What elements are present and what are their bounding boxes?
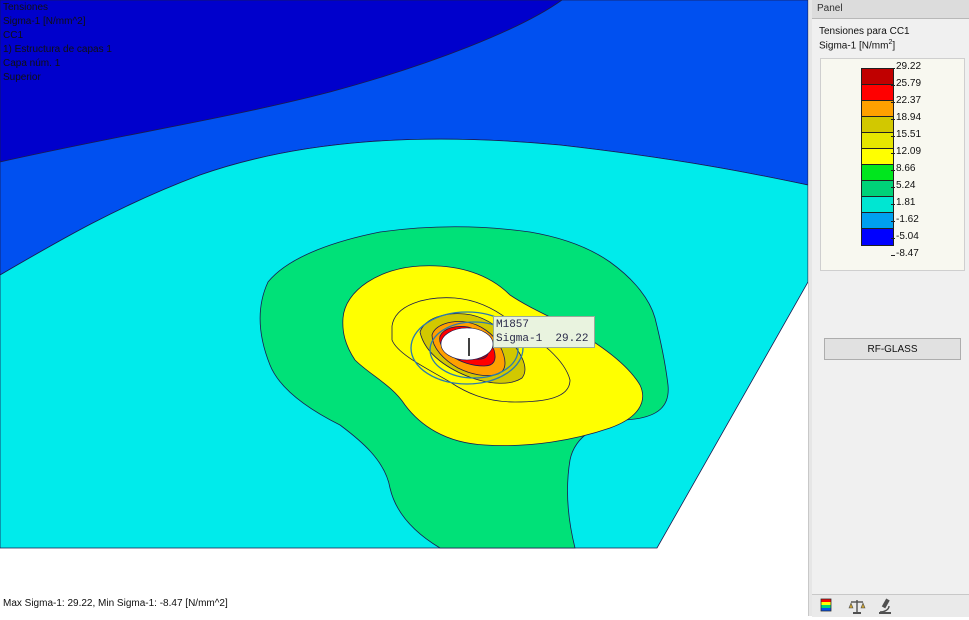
legend-swatch[interactable]	[862, 69, 893, 85]
info-line: Capa núm. 1	[3, 58, 61, 69]
legend-value: 18.94	[890, 112, 922, 123]
legend-swatch[interactable]	[862, 229, 893, 245]
legend-value: 12.09	[890, 146, 922, 157]
info-line: CC1	[3, 30, 24, 41]
legend-colors-graphic	[820, 598, 832, 612]
legend-value: 15.51	[890, 129, 922, 140]
legend-value: 1.81	[890, 197, 916, 208]
graphics-viewport[interactable]: Tensiones Sigma-1 [N/mm^2] CC1 1) Estruc…	[0, 0, 808, 616]
legend-swatch[interactable]	[862, 149, 893, 165]
panel-unit: Sigma-1 [N/mm2]	[819, 39, 969, 51]
balance-icon[interactable]	[848, 597, 866, 615]
legend-value: -8.47	[891, 248, 919, 259]
legend-swatch[interactable]	[862, 85, 893, 101]
hole	[440, 327, 494, 361]
status-text: Max Sigma-1: 29.22, Min Sigma-1: -8.47 […	[3, 598, 228, 609]
legend-swatch[interactable]	[862, 197, 893, 213]
legend-value: 8.66	[890, 163, 916, 174]
legend-swatch[interactable]	[862, 133, 893, 149]
info-line: Superior	[3, 72, 41, 83]
tooltip-label: Sigma-1	[496, 333, 543, 345]
info-line: Sigma-1 [N/mm^2]	[3, 16, 86, 27]
panel: Panel Tensiones para CC1 Sigma-1 [N/mm2]…	[812, 0, 969, 617]
value-tooltip: M1857 Sigma-1 29.22	[493, 316, 595, 348]
legend-swatch[interactable]	[862, 117, 893, 133]
tooltip-value: 29.22	[555, 333, 589, 345]
panel-title: Tensiones para CC1	[819, 26, 910, 37]
legend-value: 29.22	[890, 61, 922, 72]
legend-value: 5.24	[890, 180, 916, 191]
info-line: Tensiones	[3, 2, 49, 13]
legend-value: 25.79	[890, 78, 922, 89]
legend-value: -1.62	[891, 214, 919, 225]
legend-swatch[interactable]	[862, 101, 893, 117]
panel-header[interactable]: Panel	[812, 0, 969, 19]
legend-swatch[interactable]	[862, 181, 893, 197]
unit-end: ]	[892, 40, 896, 52]
rf-glass-button[interactable]: RF-GLASS	[824, 338, 961, 360]
panel-toolbar	[812, 594, 969, 617]
result-info: Tensiones Sigma-1 [N/mm^2] CC1 1) Estruc…	[3, 1, 112, 85]
stress-contour-plot	[0, 0, 808, 616]
info-line: 1) Estructura de capas 1	[3, 44, 112, 55]
tooltip-value-row: Sigma-1 29.22	[496, 332, 592, 346]
microscope-icon[interactable]	[876, 597, 894, 615]
balance-graphic	[848, 600, 866, 614]
legend-swatch[interactable]	[862, 213, 893, 229]
legend-value: 22.37	[890, 95, 922, 106]
legend-value: -5.04	[891, 231, 919, 242]
tooltip-node: M1857	[496, 319, 530, 331]
unit-base: Sigma-1 [N/mm	[819, 40, 889, 52]
microscope-graphic	[879, 598, 891, 614]
legend-swatches	[861, 68, 894, 246]
legend-colors-icon[interactable]	[818, 597, 836, 615]
legend-swatch[interactable]	[862, 165, 893, 181]
color-legend: 29.22 25.79 22.37 18.94 15.51 12.09 8.66…	[820, 58, 965, 271]
